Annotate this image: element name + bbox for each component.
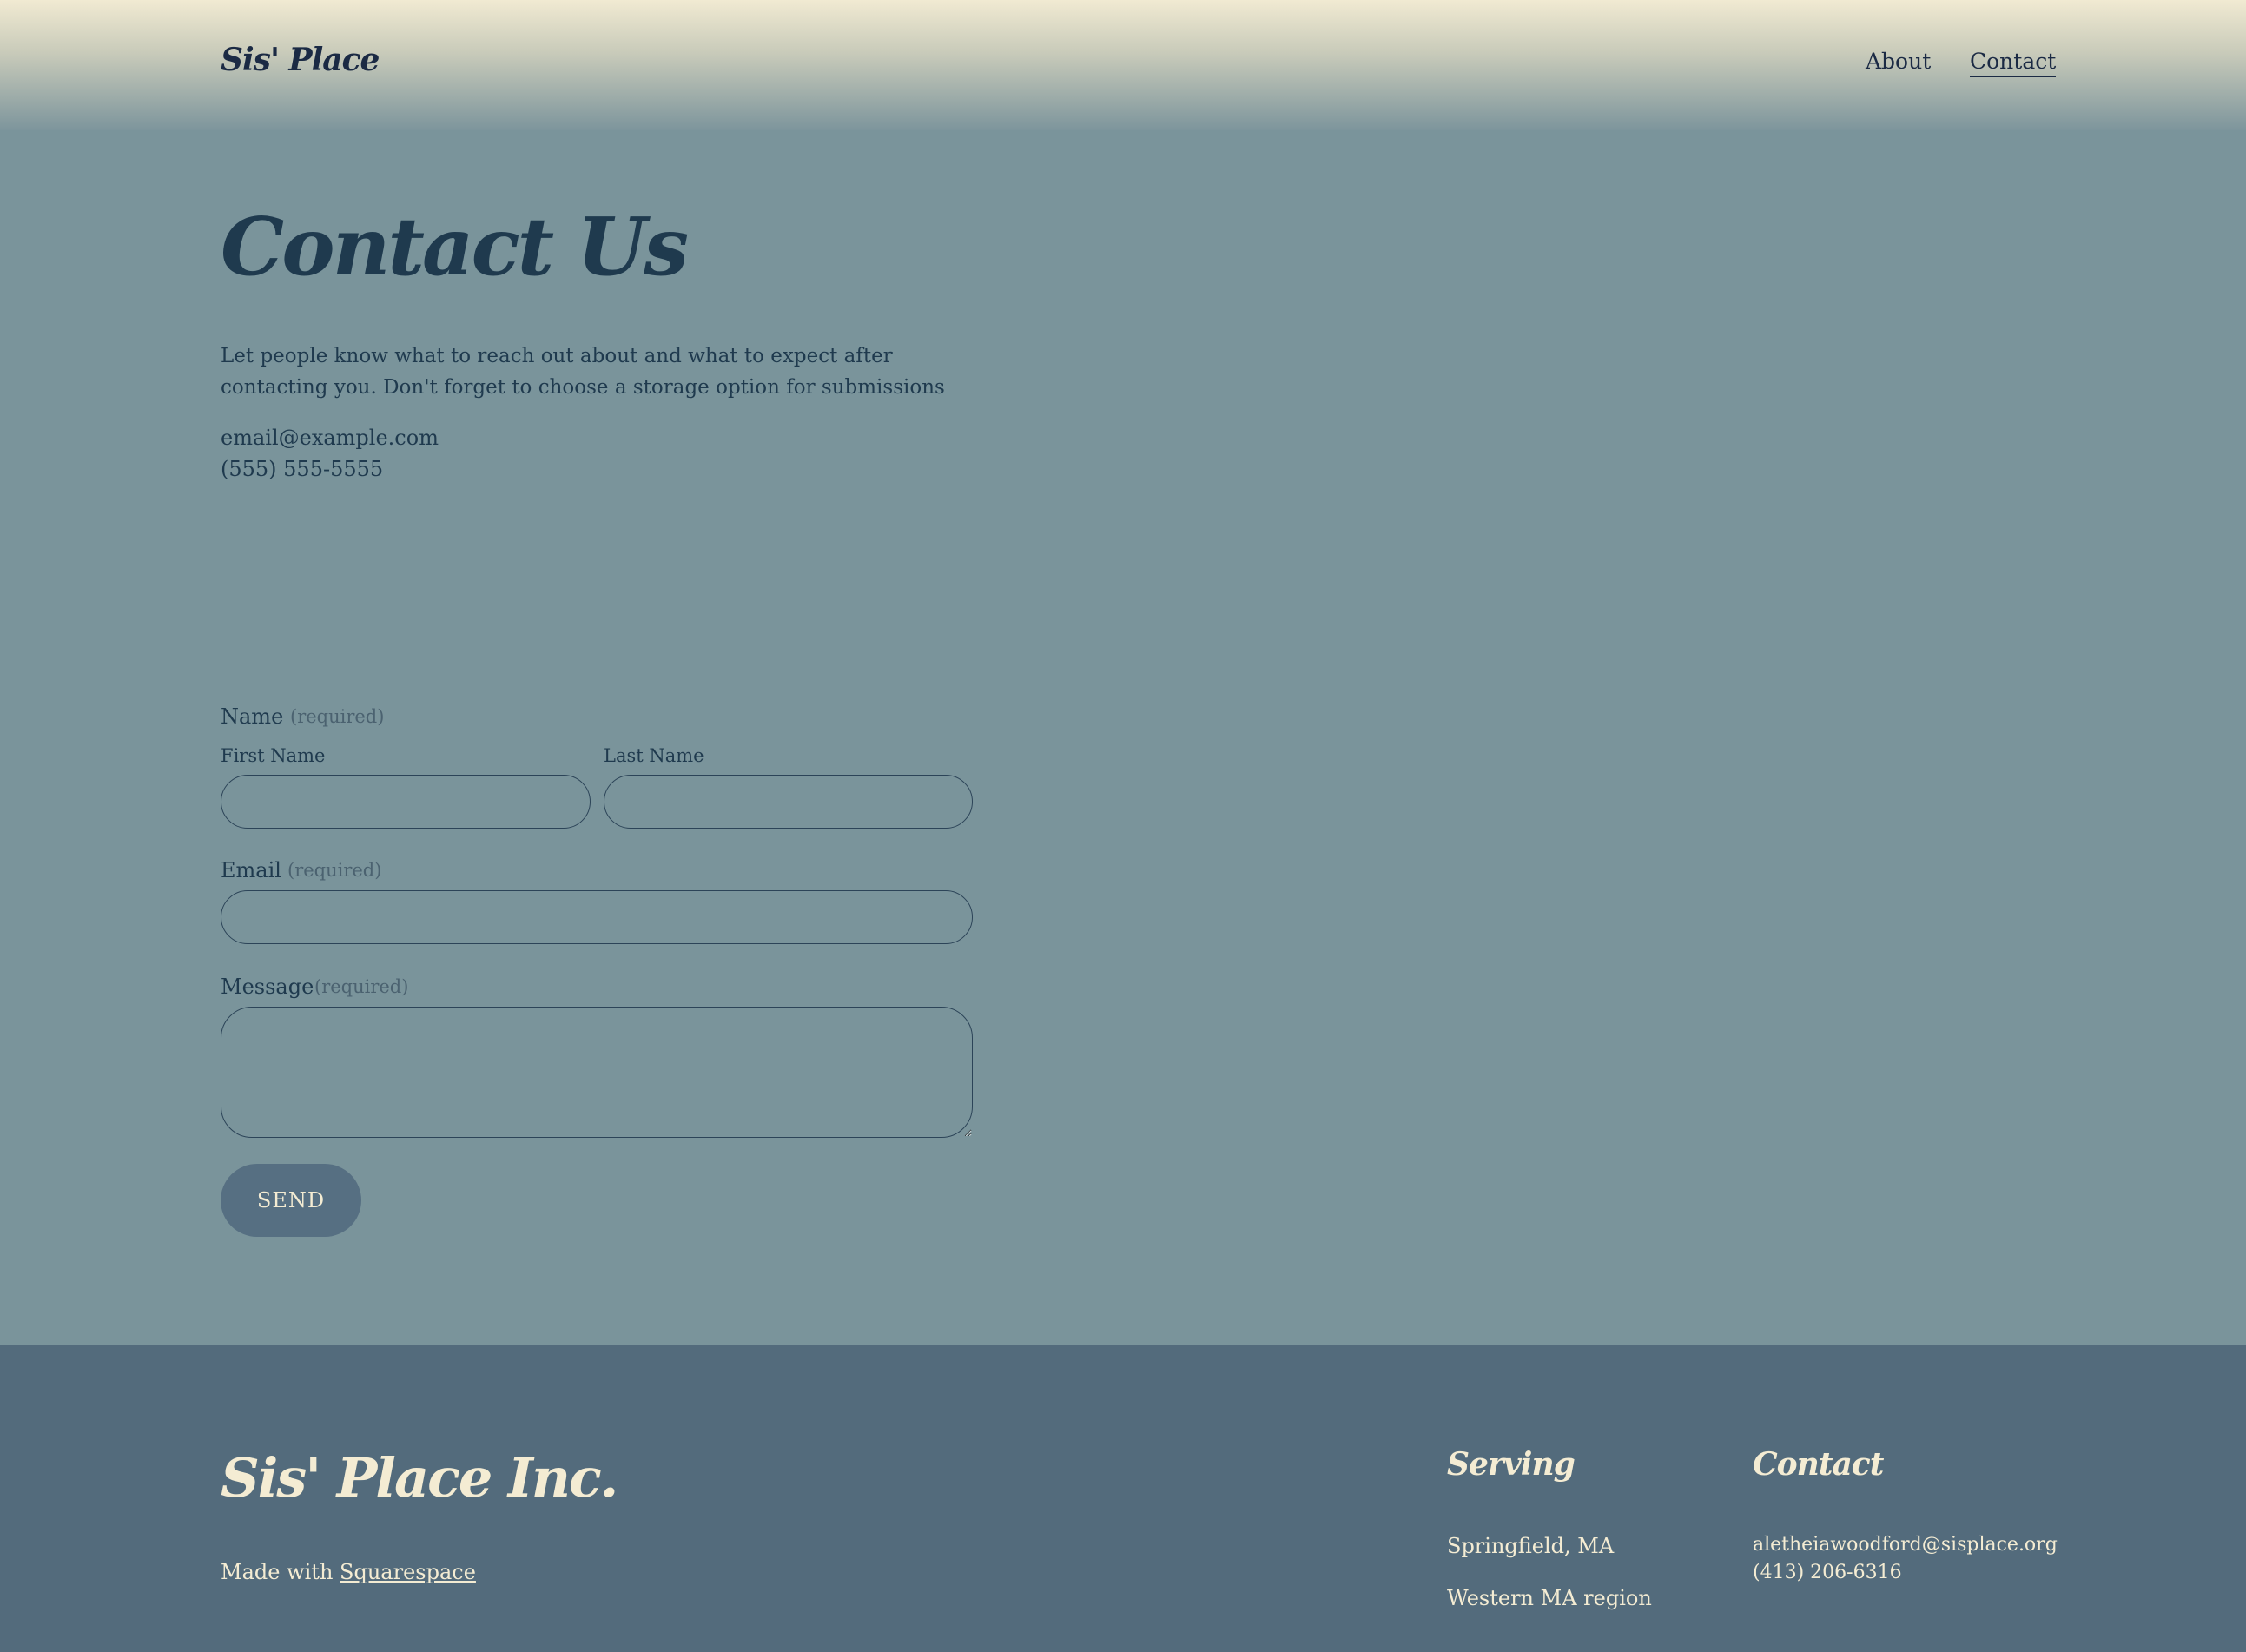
footer-serving-heading: Serving [1447, 1446, 1576, 1483]
serving-item: Springfield, MA [1447, 1534, 1615, 1558]
contact-email-text: email@example.com [221, 426, 439, 450]
send-button[interactable]: SEND [221, 1164, 361, 1237]
site-logo[interactable]: Sis' Place [221, 42, 380, 78]
footer-contact-email[interactable]: aletheiawoodford@sisplace.org [1753, 1534, 2058, 1556]
email-label: Email [221, 858, 281, 882]
site-header: Sis' Place About Contact [0, 0, 2246, 130]
page-title: Contact Us [221, 200, 689, 294]
last-name-label: Last Name [604, 745, 704, 766]
nav-link-contact[interactable]: Contact [1970, 49, 2057, 77]
message-label: Message [221, 975, 314, 999]
footer-brand: Sis' Place Inc. [221, 1446, 618, 1510]
first-name-input[interactable] [221, 775, 591, 829]
first-name-label: First Name [221, 745, 326, 766]
made-with-text: Made with [221, 1560, 334, 1584]
squarespace-link[interactable]: Squarespace [340, 1560, 476, 1584]
footer-contact-phone[interactable]: (413) 206-6316 [1753, 1562, 1902, 1583]
message-required-note: (required) [314, 976, 409, 997]
footer-made-with: Made with Squarespace [221, 1560, 476, 1584]
footer-contact-heading: Contact [1753, 1446, 1884, 1483]
name-label: Name [221, 704, 284, 729]
name-required-note: (required) [290, 706, 385, 727]
serving-item: Western MA region [1447, 1586, 1652, 1610]
email-input[interactable] [221, 890, 973, 944]
last-name-input[interactable] [604, 775, 973, 829]
email-required-note: (required) [287, 860, 382, 881]
intro-text: Let people know what to reach out about … [221, 345, 945, 399]
contact-phone-text: (555) 555-5555 [221, 457, 384, 481]
nav-link-about[interactable]: About [1866, 49, 1931, 74]
message-textarea[interactable] [221, 1007, 973, 1138]
